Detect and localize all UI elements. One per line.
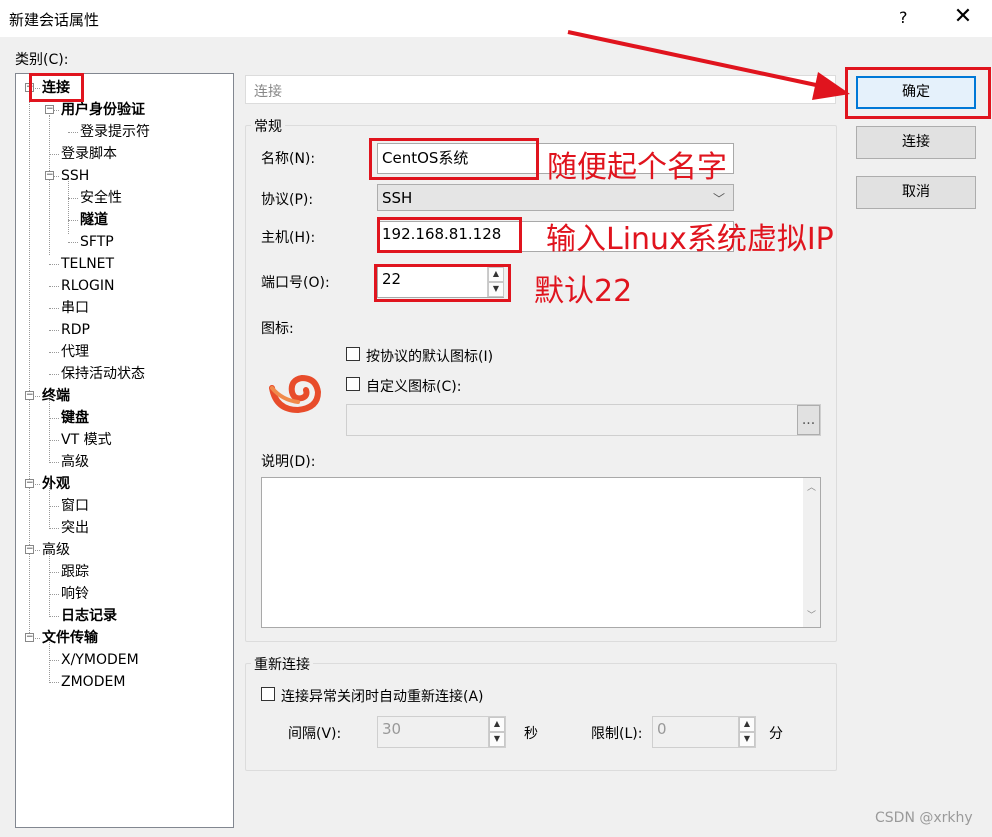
annotation-box-connection: [29, 73, 84, 102]
description-textarea[interactable]: ︿ ﹀: [261, 477, 821, 628]
limit-spinner: ▲ ▼: [738, 717, 755, 747]
tree-item[interactable]: 串口: [61, 299, 89, 317]
spin-down-icon: ▼: [489, 732, 505, 747]
annotation-port-note: 默认22: [534, 274, 633, 309]
name-label: 名称(N):: [261, 151, 316, 167]
annotation-name-note: 随便起个名字: [547, 150, 727, 185]
close-button[interactable]: ✕: [951, 4, 975, 30]
category-label: 类别(C):: [15, 52, 69, 68]
window-title: 新建会话属性: [9, 11, 100, 29]
tree-expander-icon[interactable]: −: [25, 391, 34, 400]
tree-item[interactable]: 终端: [42, 387, 70, 405]
custom-icon-label: 自定义图标(C):: [366, 379, 462, 395]
custom-icon-path-input: [346, 404, 821, 436]
tree-item[interactable]: SSH: [61, 167, 89, 185]
interval-unit: 秒: [524, 726, 538, 742]
tree-expander-icon[interactable]: −: [25, 479, 34, 488]
protocol-label: 协议(P):: [261, 192, 314, 208]
xshell-swirl-icon: [268, 372, 322, 414]
interval-spinner: ▲ ▼: [488, 717, 505, 747]
chevron-down-icon: ﹀: [712, 192, 725, 206]
tree-item[interactable]: 外观: [42, 475, 70, 493]
custom-icon-checkbox[interactable]: [346, 377, 360, 391]
section-header-title: 连接: [254, 84, 282, 100]
spin-up-icon: ▲: [739, 717, 755, 732]
annotation-box-host: [377, 217, 522, 253]
tree-item[interactable]: 保持活动状态: [61, 365, 145, 383]
scroll-down-icon: ﹀: [806, 611, 816, 621]
annotation-box-port: [374, 264, 511, 302]
auto-reconnect-checkbox[interactable]: [261, 687, 275, 701]
tree-item[interactable]: 文件传输: [42, 629, 98, 647]
tree-expander-icon[interactable]: −: [25, 633, 34, 642]
tree-item[interactable]: 高级: [42, 541, 70, 559]
tree-item[interactable]: VT 模式: [61, 431, 112, 449]
watermark: CSDN @xrkhy: [875, 810, 973, 826]
tree-item[interactable]: 日志记录: [61, 607, 117, 625]
tree-item[interactable]: 登录脚本: [61, 145, 117, 163]
spin-up-icon: ▲: [489, 717, 505, 732]
port-label: 端口号(O):: [261, 275, 330, 291]
tree-item[interactable]: 高级: [61, 453, 89, 471]
tree-item[interactable]: 隧道: [80, 211, 108, 229]
scroll-up-icon: ︿: [806, 483, 816, 493]
tree-expander-icon[interactable]: −: [45, 171, 54, 180]
category-tree[interactable]: 连接 用户身份验证 登录提示符 登录脚本 SSH 安全性 隧道 SFTP TELNET RLOGI…: [15, 73, 234, 828]
annotation-arrow: [567, 30, 850, 100]
tree-item[interactable]: X/YMODEM: [61, 651, 139, 669]
tree-item[interactable]: 用户身份验证: [61, 101, 145, 119]
annotation-box-ok: [845, 67, 991, 119]
spin-down-icon: ▼: [739, 732, 755, 747]
tree-item[interactable]: 安全性: [80, 189, 122, 207]
tree-expander-icon[interactable]: −: [45, 105, 54, 114]
cancel-button[interactable]: 取消: [856, 176, 976, 209]
protocol-select[interactable]: SSH ﹀: [377, 184, 734, 211]
tree-item[interactable]: 登录提示符: [80, 123, 150, 141]
tree-item[interactable]: 代理: [61, 343, 89, 361]
tree-item[interactable]: TELNET: [61, 255, 114, 273]
tree-item[interactable]: RDP: [61, 321, 90, 339]
description-label: 说明(D):: [261, 454, 316, 470]
tree-item[interactable]: 响铃: [61, 585, 89, 603]
annotation-box-name: [369, 138, 539, 180]
connect-button[interactable]: 连接: [856, 126, 976, 159]
default-icon-checkbox[interactable]: [346, 347, 360, 361]
reconnect-group-title: 重新连接: [251, 654, 313, 674]
tree-item[interactable]: 突出: [61, 519, 89, 537]
annotation-host-note: 输入Linux系统虚拟IP: [546, 222, 834, 257]
limit-label: 限制(L):: [591, 726, 643, 742]
default-icon-label: 按协议的默认图标(I): [366, 349, 494, 365]
icon-label: 图标:: [261, 321, 294, 337]
tree-item[interactable]: 跟踪: [61, 563, 89, 581]
host-label: 主机(H):: [261, 230, 316, 246]
browse-button[interactable]: ...: [797, 405, 820, 435]
tree-item[interactable]: RLOGIN: [61, 277, 115, 295]
limit-unit: 分: [769, 726, 783, 742]
interval-label: 间隔(V):: [288, 726, 342, 742]
tree-item[interactable]: 键盘: [61, 409, 89, 427]
description-scrollbar[interactable]: ︿ ﹀: [803, 478, 820, 627]
tree-item[interactable]: 窗口: [61, 497, 89, 515]
auto-reconnect-label: 连接异常关闭时自动重新连接(A): [281, 689, 484, 705]
interval-input: 30: [377, 716, 506, 748]
tree-item[interactable]: ZMODEM: [61, 673, 125, 691]
general-group-title: 常规: [251, 116, 285, 136]
tree-expander-icon[interactable]: −: [25, 545, 34, 554]
tree-item[interactable]: SFTP: [80, 233, 114, 251]
help-button[interactable]: ?: [899, 8, 908, 27]
